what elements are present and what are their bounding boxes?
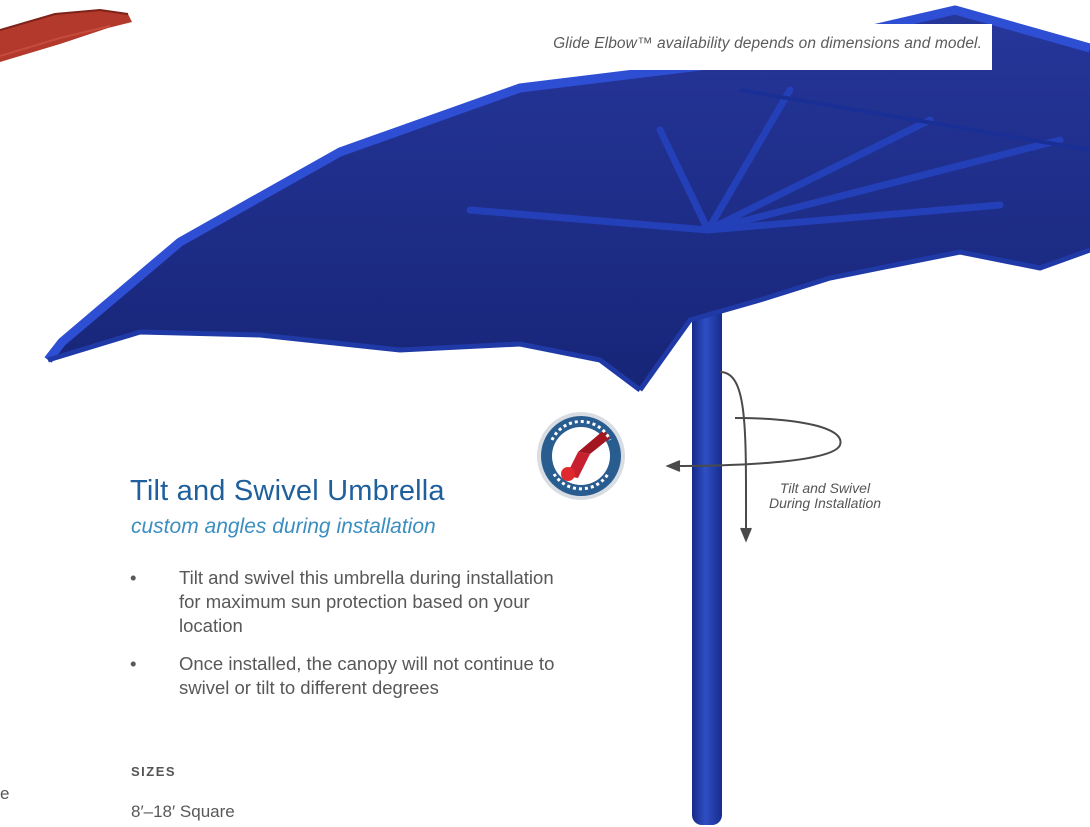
cut-off-text-fragment: e <box>0 784 10 803</box>
sizes-value: 8′–18′ Square <box>131 802 235 821</box>
availability-note: Glide Elbow™ availability depends on dim… <box>400 24 992 70</box>
red-bracket-fragment <box>0 8 132 62</box>
list-item: • Tilt and swivel this umbrella during i… <box>130 566 570 638</box>
bullet-marker: • <box>130 567 137 588</box>
glide-elbow-badge-icon <box>537 412 625 500</box>
rotation-label: Tilt and Swivel During Installation <box>735 481 915 511</box>
sizes-heading: SIZES <box>131 764 177 779</box>
list-item: • Once installed, the canopy will not co… <box>130 652 570 700</box>
feature-list: • Tilt and swivel this umbrella during i… <box>130 566 570 714</box>
feature-text: Tilt and swivel this umbrella during ins… <box>179 567 554 636</box>
product-title: Tilt and Swivel Umbrella <box>130 475 445 507</box>
rotation-label-line2: During Installation <box>768 495 882 511</box>
availability-note-text: Glide Elbow™ availability depends on dim… <box>553 35 982 52</box>
feature-text: Once installed, the canopy will not cont… <box>179 653 555 698</box>
bullet-marker: • <box>130 653 137 674</box>
rotation-label-line1: Tilt and Swivel <box>779 480 871 496</box>
product-subtitle: custom angles during installation <box>131 515 436 538</box>
